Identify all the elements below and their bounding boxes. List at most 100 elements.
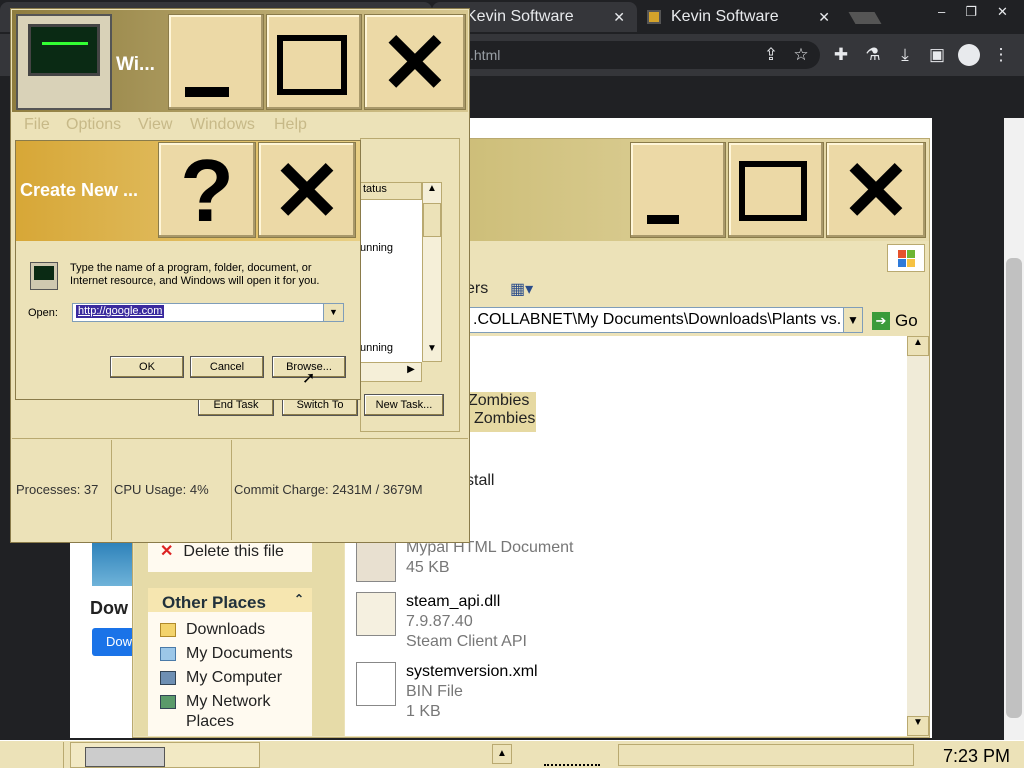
go-arrow-icon: ➔ — [872, 312, 890, 330]
taskbar-clock[interactable]: 7:23 PM — [920, 746, 1010, 767]
file-item[interactable]: steam_api.dll 7.9.87.40 Steam Client API — [356, 592, 527, 652]
delete-file-label: Delete this file — [183, 543, 284, 560]
task-manager-title: Wi... — [116, 54, 155, 75]
explorer-minimize-button[interactable] — [630, 142, 726, 238]
task-list-scrollbar[interactable]: ▲ ▼ — [422, 182, 442, 362]
open-input-value: http://google.com — [76, 305, 165, 318]
taskbar-button[interactable] — [70, 742, 260, 768]
share-icon[interactable]: ⇪ — [760, 44, 782, 66]
scroll-up-icon[interactable]: ▲ — [423, 183, 441, 201]
lab-icon[interactable]: ⚗ — [862, 44, 884, 66]
file-name: systemversion.xml — [406, 663, 538, 680]
explorer-maximize-button[interactable] — [728, 142, 824, 238]
other-places-list: Downloads My Documents My Computer My Ne… — [148, 612, 312, 736]
cancel-button[interactable]: Cancel — [190, 356, 264, 378]
extensions-icon[interactable]: ✚ — [830, 44, 852, 66]
run-description-line: Type the name of a program, folder, docu… — [70, 262, 312, 274]
task-manager-icon — [16, 14, 112, 110]
collapse-icon[interactable]: ⌃ — [294, 592, 304, 606]
address-dropdown-icon[interactable]: ▼ — [843, 307, 863, 333]
star-icon[interactable]: ☆ — [790, 44, 812, 66]
sidepanel-icon[interactable]: ▣ — [926, 44, 948, 66]
start-area[interactable] — [0, 742, 64, 768]
page-scrollbar-thumb[interactable] — [1006, 258, 1022, 718]
help-icon: ? — [180, 141, 234, 240]
scroll-up-icon[interactable]: ▲ — [492, 744, 512, 764]
restore-icon[interactable]: ❐ — [965, 4, 977, 20]
task-list[interactable] — [360, 200, 422, 362]
folder-icon — [160, 623, 176, 637]
commit-charge: Commit Charge: 2431M / 3679M — [234, 482, 423, 497]
tm-maximize-button[interactable] — [266, 14, 362, 110]
tm-close-button[interactable]: ✕ — [364, 14, 466, 110]
other-places-header[interactable]: Other Places ⌃ — [148, 588, 312, 612]
help-button[interactable]: ? — [158, 141, 256, 240]
tm-minimize-button[interactable] — [168, 14, 264, 110]
file-size: 1 KB — [406, 703, 441, 720]
open-dropdown-icon[interactable]: ▼ — [323, 304, 343, 321]
documents-icon — [160, 647, 176, 661]
place-my-network[interactable]: My Network Places — [160, 692, 312, 732]
download-button[interactable]: Dow — [92, 628, 134, 656]
place-downloads[interactable]: Downloads — [160, 620, 312, 640]
file-item[interactable]: Mypal HTML Document 45 KB — [356, 538, 573, 582]
profile-icon[interactable] — [958, 44, 980, 66]
menu-options[interactable]: Options — [66, 116, 121, 134]
menu-windows[interactable]: Windows — [190, 116, 255, 134]
minimize-icon[interactable]: – — [938, 4, 945, 20]
explorer-address-field[interactable]: .COLLABNET\My Documents\Downloads\Plants… — [460, 307, 860, 333]
ok-button[interactable]: OK — [110, 356, 184, 378]
run-description-line: Internet resource, and Windows will open… — [70, 275, 320, 287]
scroll-right-icon[interactable]: ▶ — [402, 364, 420, 380]
file-tasks-block: ✕ Delete this file — [148, 540, 312, 572]
tab-title: Kevin Software — [466, 8, 574, 25]
menu-icon[interactable]: ⋮ — [990, 44, 1012, 66]
place-label: Downloads — [186, 621, 266, 638]
new-task-button[interactable]: New Task... — [364, 394, 444, 416]
open-label: Open: — [28, 307, 58, 319]
tab-close-icon[interactable]: ✕ — [818, 9, 830, 26]
file-list-scrollbar[interactable]: ▲ ▼ — [907, 336, 929, 736]
cpu-usage: CPU Usage: 4% — [110, 440, 232, 540]
scroll-thumb[interactable] — [423, 203, 441, 237]
go-button[interactable]: ➔ Go — [872, 310, 922, 332]
views-icon[interactable]: ▦▾ — [510, 279, 546, 301]
go-label: Go — [895, 311, 918, 330]
selected-file-label[interactable]: Zombies Zombies — [466, 392, 536, 432]
explorer-close-button[interactable]: ✕ — [826, 142, 926, 238]
file-item[interactable]: systemversion.xml BIN File 1 KB — [356, 662, 538, 722]
tray-signal-icon — [544, 752, 600, 766]
window-controls: – ❐ ✕ — [928, 4, 1018, 20]
menu-file[interactable]: File — [24, 116, 50, 134]
delete-icon: ✕ — [160, 543, 174, 560]
html-document-icon — [356, 538, 396, 582]
task-status: unning — [360, 242, 394, 254]
mouse-cursor-icon: ➚ — [302, 370, 316, 387]
selected-file-line: Zombies — [468, 392, 530, 409]
minimize-icon — [647, 215, 679, 224]
scroll-down-icon[interactable]: ▼ — [423, 343, 441, 361]
file-description: Steam Client API — [406, 633, 527, 650]
place-label: My Computer — [186, 669, 283, 686]
close-icon: ✕ — [379, 16, 451, 110]
file-version: 7.9.87.40 — [406, 613, 473, 630]
computer-icon — [160, 671, 176, 685]
maximize-icon — [277, 35, 347, 95]
menu-help[interactable]: Help — [274, 116, 307, 134]
close-icon: ✕ — [271, 144, 343, 238]
file-name: steam_api.dll — [406, 593, 501, 610]
delete-file-link[interactable]: ✕ Delete this file — [148, 540, 312, 562]
download-icon[interactable]: ⤓ — [894, 44, 916, 66]
dialog-close-button[interactable]: ✕ — [258, 142, 356, 238]
product-image — [92, 540, 134, 586]
notification-area — [618, 744, 914, 766]
menu-view[interactable]: View — [138, 116, 172, 134]
close-icon[interactable]: ✕ — [997, 4, 1008, 20]
place-my-documents[interactable]: My Documents — [160, 644, 312, 664]
browser-tab[interactable]: Kevin Software ✕ — [637, 2, 842, 32]
install-file-label[interactable]: stall — [466, 472, 494, 490]
place-my-computer[interactable]: My Computer — [160, 668, 312, 688]
tab-close-icon[interactable]: ✕ — [613, 9, 625, 26]
status-column-header[interactable]: tatus — [360, 182, 422, 200]
minimize-icon — [185, 87, 229, 97]
